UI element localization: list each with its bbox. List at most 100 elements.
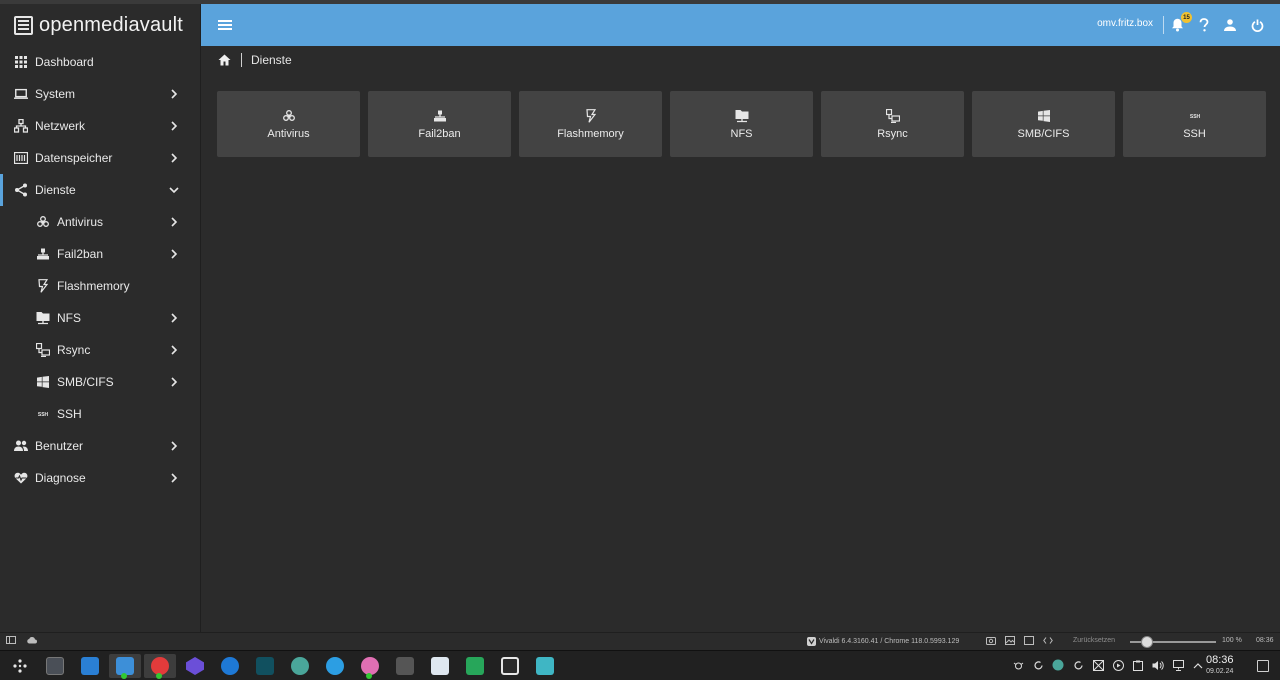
tray-expand-icon[interactable] [1192,659,1204,671]
tray-network-icon[interactable] [1172,659,1184,671]
fail2ban-icon [36,247,50,261]
menu-toggle-icon[interactable] [218,18,232,32]
tray-clipboard-icon[interactable] [1132,659,1144,671]
app-icon-teal[interactable] [249,654,281,678]
sidebar-item-label: SMB/CIFS [57,375,114,389]
system-tray [1012,659,1204,671]
breadcrumb-divider [241,53,242,67]
sidebar-item-dashboard[interactable]: Dashboard [0,46,200,78]
tile-antivirus[interactable]: Antivirus [217,91,360,157]
sidebar-nav: Dashboard System Netzwerk Datenspeicher … [0,46,200,494]
sidebar-item-label: SSH [57,407,82,421]
svg-text:SSH: SSH [1189,114,1200,120]
app-icon-purple[interactable] [179,654,211,678]
app-icon-spreadsheet[interactable] [459,654,491,678]
share-icon [14,183,28,197]
network-icon [14,119,28,133]
vivaldi-browser-icon[interactable] [144,654,176,679]
chevron-right-icon [168,152,180,164]
app-icon-remote[interactable] [529,654,561,678]
app-icon-chart[interactable] [424,654,456,678]
system-settings-icon[interactable] [39,654,71,678]
sidebar-item-benutzer[interactable]: Benutzer [0,430,200,462]
panel-toggle-icon[interactable] [6,636,16,644]
show-desktop-button[interactable] [1257,660,1269,672]
home-icon[interactable] [218,54,231,66]
chevron-right-icon [168,312,180,324]
image-icon[interactable] [1005,636,1015,645]
user-icon[interactable] [1222,17,1238,33]
sidebar-item-datenspeicher[interactable]: Datenspeicher [0,142,200,174]
tile-label: SSH [1183,127,1206,140]
ssh-icon: SSH [1188,109,1202,123]
app-icon-lightblue[interactable] [319,654,351,678]
sidebar: openmediavault Dashboard System Netzwerk… [0,4,201,632]
tray-app-icon[interactable] [1052,659,1064,671]
chevron-right-icon [168,216,180,228]
browser-status-bar: Vivaldi 6.4.3160.41 / Chrome 118.0.5993.… [0,632,1280,650]
tile-fail2ban[interactable]: Fail2ban [368,91,511,157]
tile-rsync[interactable]: Rsync [821,91,964,157]
tile-smb-cifs[interactable]: SMB/CIFS [972,91,1115,157]
store-icon[interactable] [74,654,106,678]
sidebar-item-ssh[interactable]: SSH SSH [0,398,200,430]
tray-media-icon[interactable] [1112,659,1124,671]
tile-ssh[interactable]: SSH SSH [1123,91,1266,157]
sidebar-item-smb-cifs[interactable]: SMB/CIFS [0,366,200,398]
top-bar: omv.fritz.box 15 [201,4,1280,46]
chevron-right-icon [168,248,180,260]
biohazard-icon [282,109,296,123]
help-icon[interactable] [1196,17,1212,33]
breadcrumb-current: Dienste [251,53,292,67]
app-icon-h[interactable] [494,654,526,678]
app-icon-calculator[interactable] [389,654,421,678]
sidebar-item-system[interactable]: System [0,78,200,110]
tray-screenshot-icon[interactable] [1092,659,1104,671]
storage-icon [14,151,28,165]
breadcrumb: Dienste [218,52,292,68]
sidebar-item-rsync[interactable]: Rsync [0,334,200,366]
zoom-slider-handle[interactable] [1141,636,1153,648]
sidebar-item-flashmemory[interactable]: Flashmemory [0,270,200,302]
clock-time: 08:36 [1206,654,1234,666]
tile-nfs[interactable]: NFS [670,91,813,157]
app-icon-blue-circle[interactable] [214,654,246,678]
sidebar-item-label: Dashboard [35,55,94,69]
capture-icon[interactable] [986,636,996,645]
sidebar-item-dienste[interactable]: Dienste [0,174,200,206]
sidebar-item-diagnose[interactable]: Diagnose [0,462,200,494]
code-icon[interactable] [1043,636,1053,645]
rsync-icon [885,108,900,123]
sidebar-item-antivirus[interactable]: Antivirus [0,206,200,238]
sidebar-item-label: Flashmemory [57,279,130,293]
cloud-sync-icon[interactable] [26,636,37,644]
sidebar-item-nfs[interactable]: NFS [0,302,200,334]
taskbar-clock[interactable]: 08:36 09.02.24 [1206,654,1234,676]
app-icon-pink[interactable] [354,654,386,679]
power-icon[interactable] [1249,17,1265,33]
folder-network-icon [36,311,50,325]
tray-volume-icon[interactable] [1152,659,1164,671]
tile-flashmemory[interactable]: Flashmemory [519,91,662,157]
sidebar-item-netzwerk[interactable]: Netzwerk [0,110,200,142]
file-manager-icon[interactable] [109,654,141,679]
windows-icon [36,375,50,389]
os-taskbar: 08:36 09.02.24 [0,650,1280,680]
brand[interactable]: openmediavault [0,4,200,46]
chevron-right-icon [168,120,180,132]
brand-name: openmediavault [39,13,184,36]
sidebar-item-fail2ban[interactable]: Fail2ban [0,238,200,270]
tray-update-icon[interactable] [1072,659,1084,671]
window-icon[interactable] [1024,636,1034,645]
sidebar-item-label: Diagnose [35,471,86,485]
tray-sync-icon[interactable] [1032,659,1044,671]
biohazard-icon [36,215,50,229]
windows-icon [1037,109,1051,123]
app-launcher-icon[interactable] [4,654,36,678]
zoom-reset-button[interactable]: Zurücksetzen [1073,637,1115,644]
rsync-icon [36,343,50,357]
tray-bug-icon[interactable] [1012,659,1024,671]
app-icon-logo[interactable] [284,654,316,678]
clock-date: 09.02.24 [1206,668,1234,675]
zoom-level: 100 % [1222,637,1242,644]
